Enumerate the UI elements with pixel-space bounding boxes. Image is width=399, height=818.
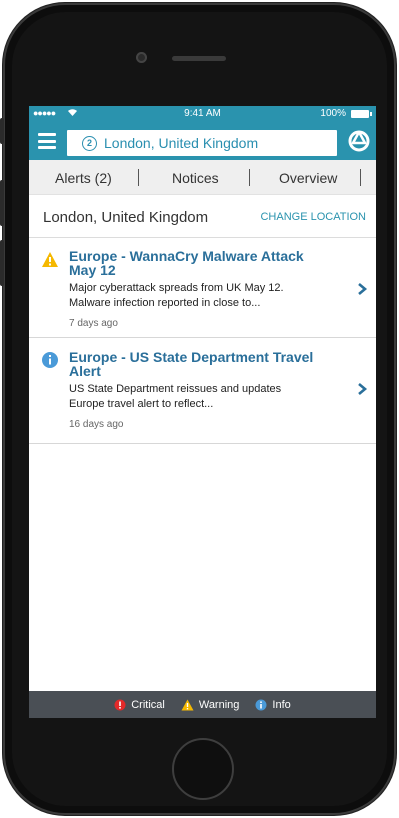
- alert-title-line: May 12: [69, 262, 116, 278]
- alert-title-line: Alert: [69, 363, 101, 379]
- battery-icon: [351, 110, 372, 118]
- volume-down-button: [0, 240, 4, 286]
- hamburger-menu-icon[interactable]: [38, 133, 56, 149]
- alert-desc-line: Europe travel alert to reflect...: [69, 398, 214, 410]
- app-logo-icon[interactable]: [348, 130, 370, 152]
- legend-info: Info: [255, 698, 291, 711]
- alert-age: 7 days ago: [69, 318, 118, 329]
- alert-desc-line: US State Department reissues and updates: [69, 383, 282, 395]
- alert-list-item[interactable]: Europe - WannaCry Malware Attack May 12 …: [29, 238, 376, 338]
- legend-warning: Warning: [181, 698, 240, 711]
- alert-description: Major cyberattack spreads from UK May 12…: [69, 281, 346, 311]
- search-value: London, United Kingdom: [104, 135, 259, 151]
- location-search-input[interactable]: 2 London, United Kingdom: [67, 130, 337, 156]
- severity-legend: Critical Warning Info: [29, 691, 376, 718]
- volume-up-button: [0, 180, 4, 226]
- location-header: London, United Kingdom CHANGE LOCATION: [29, 195, 376, 238]
- app-screen: ●●●●● 9:41 AM 100% 2 London, United King…: [29, 106, 376, 718]
- alert-title: Europe - US State Department Travel Aler…: [69, 350, 342, 378]
- tab-alerts[interactable]: Alerts (2): [55, 170, 112, 186]
- front-camera: [136, 52, 147, 63]
- alert-desc-line: Major cyberattack spreads from UK May 12…: [69, 282, 284, 294]
- alert-title-line: Europe - US State Department Travel: [69, 349, 314, 365]
- mute-switch: [0, 118, 4, 144]
- alert-list-item[interactable]: Europe - US State Department Travel Aler…: [29, 338, 376, 444]
- critical-icon: [114, 699, 126, 710]
- battery-percent: 100%: [320, 108, 346, 119]
- tab-separator: [138, 169, 139, 186]
- tab-separator: [249, 169, 250, 186]
- info-icon: [255, 699, 267, 710]
- tab-notices[interactable]: Notices: [172, 170, 219, 186]
- alert-title-line: Europe - WannaCry Malware Attack: [69, 248, 304, 264]
- chevron-right-icon[interactable]: [356, 282, 368, 296]
- tab-bar: Alerts (2) Notices Overview: [29, 160, 376, 195]
- chevron-right-icon[interactable]: [356, 382, 368, 396]
- home-button[interactable]: [172, 738, 234, 800]
- status-bar: ●●●●● 9:41 AM 100%: [29, 106, 376, 122]
- change-location-link[interactable]: CHANGE LOCATION: [260, 211, 366, 223]
- info-icon: [41, 351, 59, 369]
- legend-critical: Critical: [114, 699, 165, 711]
- legend-info-label: Info: [272, 698, 291, 711]
- alert-desc-line: Malware infection reported in close to..…: [69, 297, 261, 309]
- alert-description: US State Department reissues and updates…: [69, 382, 346, 412]
- app-header: 2 London, United Kingdom: [29, 122, 376, 160]
- legend-critical-label: Critical: [131, 698, 165, 711]
- tab-separator: [360, 169, 361, 186]
- location-count-badge: 2: [82, 135, 97, 151]
- warning-icon: [41, 251, 59, 269]
- location-title: London, United Kingdom: [43, 209, 209, 226]
- legend-warning-label: Warning: [198, 698, 240, 711]
- alert-title: Europe - WannaCry Malware Attack May 12: [69, 249, 342, 277]
- warning-icon: [181, 699, 194, 710]
- alert-age: 16 days ago: [69, 419, 124, 430]
- earpiece-speaker: [172, 56, 226, 61]
- tab-overview[interactable]: Overview: [279, 170, 337, 186]
